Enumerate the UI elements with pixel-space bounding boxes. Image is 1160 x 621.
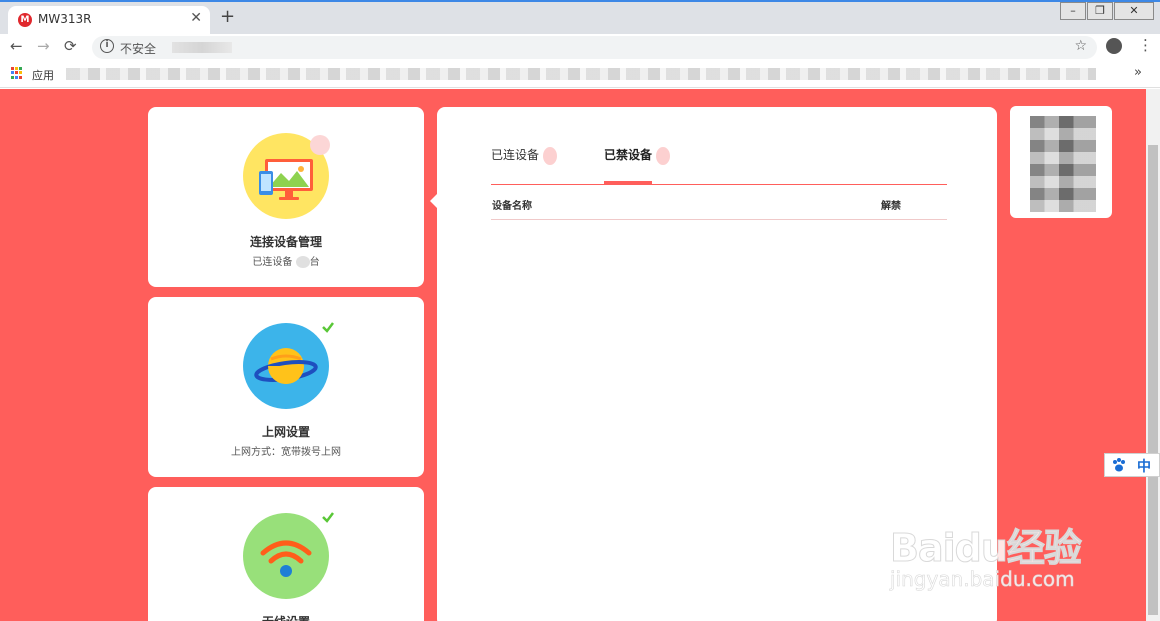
tab-label: 已禁设备: [604, 148, 653, 162]
window-close-button[interactable]: ✕: [1114, 2, 1154, 20]
apps-label[interactable]: 应用: [32, 67, 54, 83]
table-header-divider: [491, 219, 947, 220]
forward-icon[interactable]: →: [37, 37, 50, 55]
tab-label: 已连设备: [491, 148, 540, 162]
tabs-divider: [491, 184, 947, 185]
account-icon[interactable]: [1106, 38, 1122, 54]
card-wireless-settings[interactable]: 无线设置: [148, 487, 424, 621]
card-internet-settings[interactable]: 上网设置 上网方式：宽带拨号上网: [148, 297, 424, 477]
planet-icon: [254, 348, 318, 384]
security-label: 不安全: [120, 42, 157, 56]
router-logo-icon: M: [18, 13, 32, 27]
connected-count-prefix: 已连设备: [252, 257, 293, 268]
internet-settings-icon-circle: [243, 323, 329, 409]
maximize-button[interactable]: ❐: [1087, 2, 1113, 20]
card-device-management[interactable]: 连接设备管理 已连设备 台: [148, 107, 424, 287]
info-icon[interactable]: i: [100, 39, 114, 53]
watermark-main: Baidu经验: [890, 526, 1083, 571]
check-icon: [320, 319, 336, 335]
browser-menu-icon[interactable]: ⋮: [1138, 36, 1153, 54]
count-redacted: [543, 146, 558, 165]
column-header-device-name: 设备名称: [492, 201, 532, 212]
card-title: 上网设置: [261, 425, 310, 439]
tab-title: MW313R: [38, 12, 92, 26]
minimize-button[interactable]: –: [1060, 2, 1086, 20]
ime-indicator[interactable]: 中: [1104, 453, 1160, 477]
apps-grid-icon[interactable]: [11, 67, 23, 79]
url-redacted: [172, 42, 232, 53]
window-controls: – ❐ ✕: [1059, 2, 1154, 20]
connected-count-redacted: [295, 256, 310, 268]
baidu-watermark: Baidu经验 jingyan.baidu.com: [890, 495, 1110, 595]
watermark-url: jingyan.baidu.com: [890, 567, 1075, 592]
browser-tab[interactable]: M MW313R ✕: [8, 6, 210, 36]
wifi-icon: [260, 540, 312, 577]
check-icon: [320, 509, 336, 525]
tab-blocked-devices[interactable]: 已禁设备: [604, 146, 671, 165]
card-title: 无线设置: [148, 613, 424, 621]
more-bookmarks-icon[interactable]: »: [1134, 65, 1142, 80]
bookmarks-bar: 应用 »: [0, 60, 1160, 88]
card-subtitle: 上网方式：宽带拨号上网: [231, 447, 341, 458]
reload-icon[interactable]: ⟳: [64, 37, 77, 55]
wireless-settings-icon-circle: [243, 513, 329, 599]
connected-count-unit: 台: [309, 257, 320, 268]
address-toolbar: ← → ⟳ i 不安全 ☆ ⋮: [0, 34, 1160, 60]
notification-badge-redacted: [310, 135, 330, 155]
page-scrollbar[interactable]: [1146, 89, 1160, 621]
baidu-paw-icon: [1113, 458, 1125, 472]
bookmarks-redacted: [66, 68, 1096, 80]
count-redacted: [656, 146, 671, 165]
card-title: 连接设备管理: [249, 235, 322, 249]
back-icon[interactable]: ←: [10, 37, 23, 55]
qr-code-pixelation: [1030, 116, 1096, 212]
ime-mode-label: 中: [1137, 459, 1151, 475]
browser-tab-strip: M MW313R ✕ + – ❐ ✕: [0, 0, 1160, 36]
close-tab-icon[interactable]: ✕: [190, 10, 202, 26]
card-subtitle: 已连设备 台: [148, 253, 424, 268]
bookmark-star-icon[interactable]: ☆: [1074, 38, 1087, 54]
qr-code-card: [1010, 106, 1112, 218]
new-tab-button[interactable]: +: [220, 6, 235, 27]
url-input[interactable]: i 不安全 ☆: [92, 36, 1097, 59]
column-header-unblock: 解禁: [881, 201, 901, 212]
scrollbar-thumb[interactable]: [1148, 145, 1158, 615]
tab-connected-devices[interactable]: 已连设备: [491, 146, 558, 165]
